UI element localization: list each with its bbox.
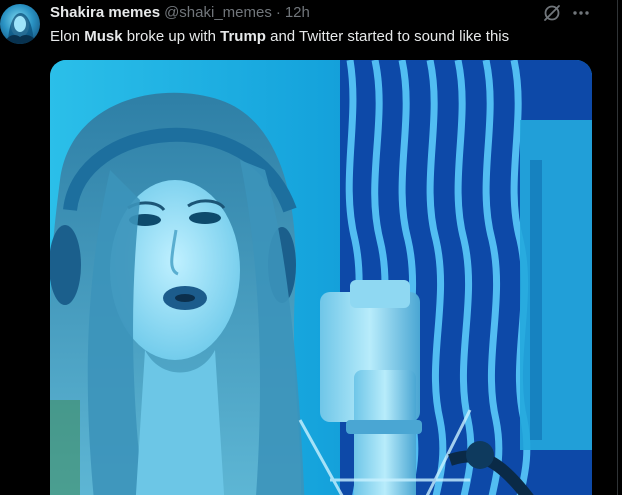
tweet-card[interactable]: Shakira memes @shaki_memes · 12h Elon Mu… bbox=[0, 0, 622, 495]
tweet-timestamp[interactable]: 12h bbox=[285, 3, 310, 23]
tweet-text-part: broke up with bbox=[122, 28, 221, 45]
tweet-header: Shakira memes @shaki_memes · 12h bbox=[50, 3, 310, 23]
tweet-text-bold: Trump bbox=[220, 28, 266, 45]
tweet-text-part: and Twitter started to sound like this bbox=[265, 28, 510, 45]
grok-icon[interactable] bbox=[542, 3, 562, 23]
column-divider bbox=[617, 0, 618, 495]
tweet-text: Elon Musk broke up with Trump and Twitte… bbox=[50, 27, 509, 47]
author-handle[interactable]: @shaki_memes bbox=[164, 3, 272, 23]
avatar[interactable] bbox=[0, 4, 40, 44]
video-thumbnail bbox=[50, 60, 592, 495]
more-icon[interactable] bbox=[570, 3, 592, 23]
tweet-text-bold: Musk bbox=[84, 28, 123, 45]
tweet-text-part: Elon bbox=[50, 28, 85, 45]
tweet-media-video[interactable] bbox=[50, 60, 592, 495]
author-display-name[interactable]: Shakira memes bbox=[50, 3, 160, 23]
avatar-image bbox=[6, 13, 36, 44]
header-separator: · bbox=[275, 4, 281, 21]
